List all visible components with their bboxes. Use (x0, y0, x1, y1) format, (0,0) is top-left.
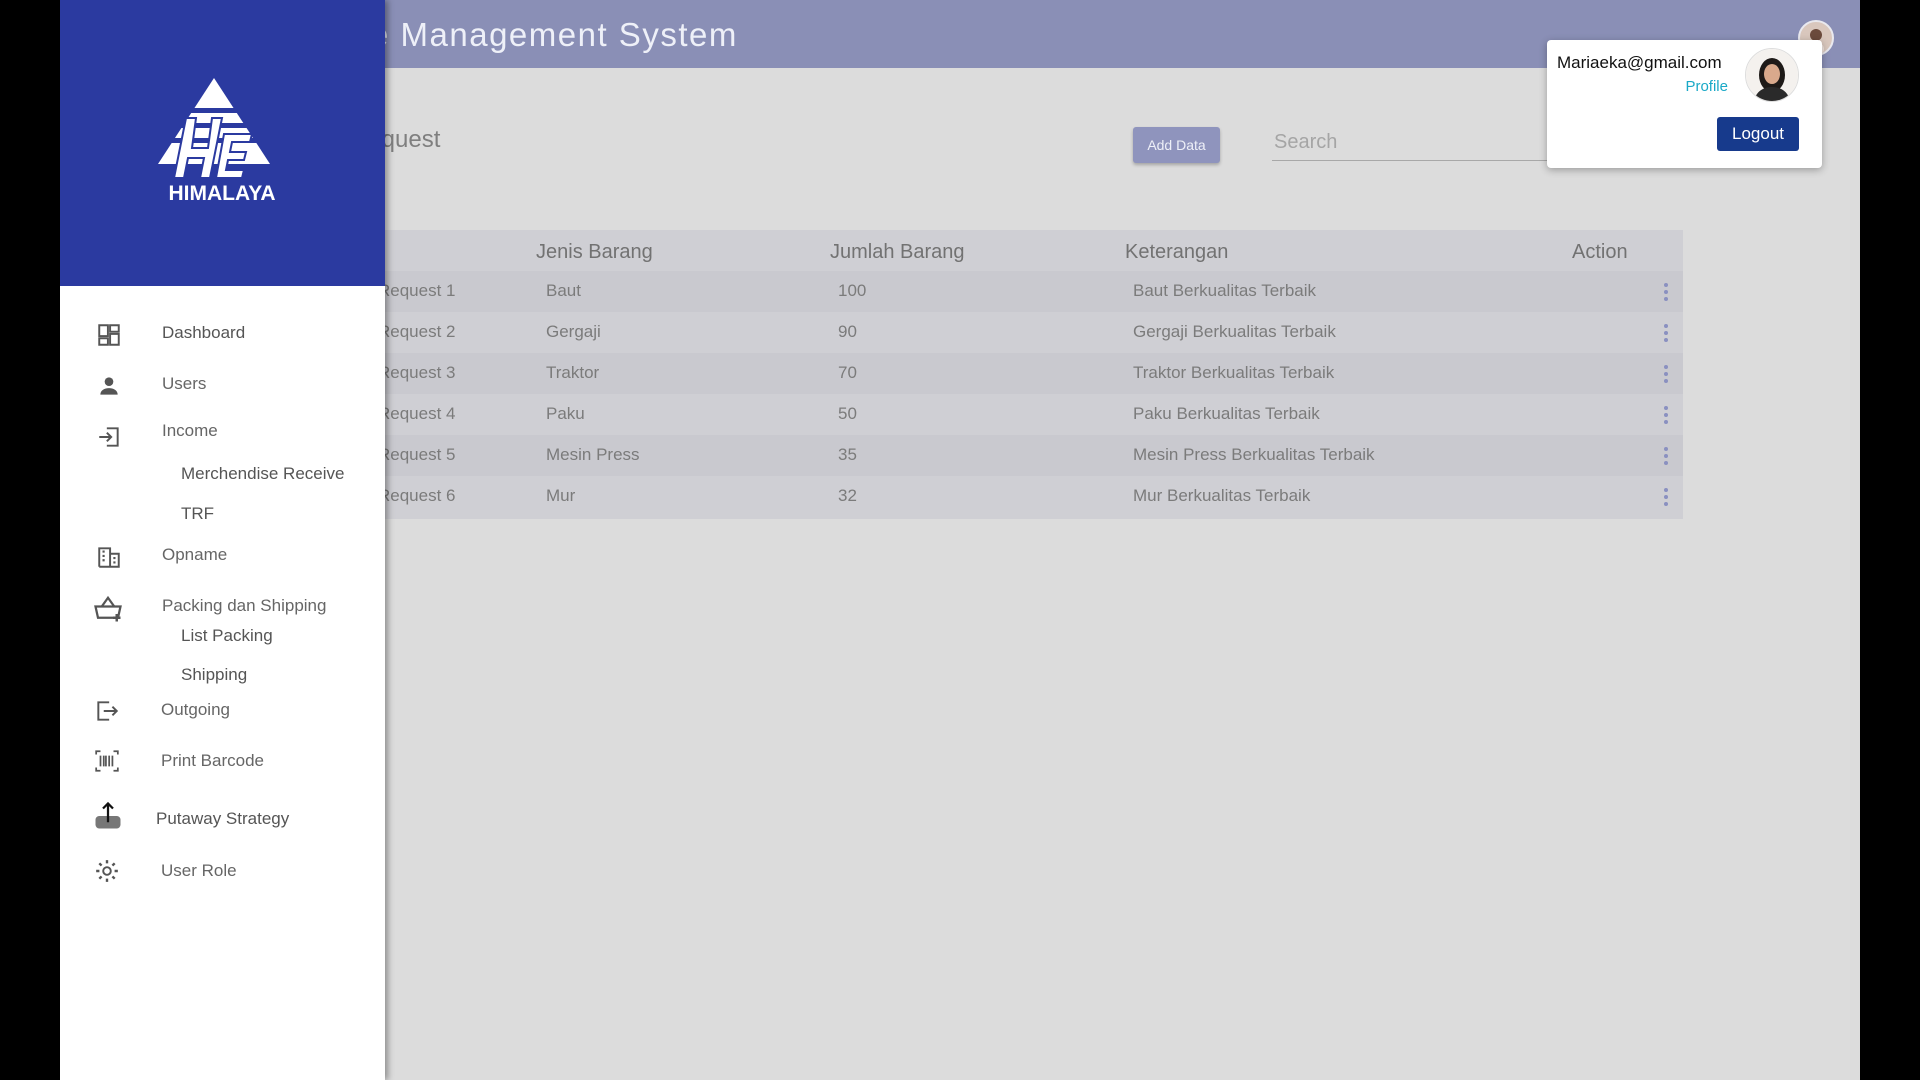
logo-text: HIMALAYA (169, 182, 276, 204)
more-vert-icon[interactable] (1663, 365, 1669, 385)
sidebar-header: HIMALAYA (60, 0, 385, 286)
sidebar-item-packing-dan-shipping[interactable]: Packing dan Shipping (162, 596, 326, 616)
cell-jumlah: 90 (838, 322, 857, 341)
cell-jumlah: 35 (838, 445, 857, 464)
barcode-icon (95, 750, 119, 772)
header-keterangan: Keterangan (1125, 241, 1229, 263)
sidebar-subitem-list-packing[interactable]: List Packing (181, 626, 273, 646)
cell-jenis: Traktor (546, 363, 600, 382)
cell-request: Request 3 (378, 363, 456, 382)
gear-icon (96, 860, 118, 882)
add-data-button[interactable]: Add Data (1133, 127, 1220, 163)
person-icon (100, 377, 118, 395)
avatar (1745, 48, 1799, 102)
more-vert-icon[interactable] (1663, 447, 1669, 467)
cell-keterangan: Traktor Berkualitas Terbaik (1133, 363, 1335, 382)
app-title: e Management System (370, 16, 738, 53)
upload-icon (95, 801, 121, 829)
profile-link[interactable]: Profile (1685, 78, 1728, 95)
cell-jenis: Mesin Press (546, 445, 640, 464)
cell-jenis: Baut (546, 281, 581, 300)
cell-jumlah: 70 (838, 363, 857, 382)
more-vert-icon[interactable] (1663, 406, 1669, 426)
cell-keterangan: Baut Berkualitas Terbaik (1133, 281, 1317, 300)
sidebar-item-print-barcode[interactable]: Print Barcode (161, 751, 264, 771)
cell-jumlah: 100 (838, 281, 867, 300)
sidebar-item-outgoing[interactable]: Outgoing (161, 700, 230, 720)
sidebar-item-putaway-strategy[interactable]: Putaway Strategy (156, 809, 289, 829)
more-vert-icon[interactable] (1663, 324, 1669, 344)
more-vert-icon[interactable] (1663, 283, 1669, 303)
sidebar-subitem-shipping[interactable]: Shipping (181, 665, 247, 685)
header-action: Action (1572, 241, 1628, 263)
cell-keterangan: Paku Berkualitas Terbaik (1133, 404, 1320, 423)
cell-request: Request 5 (378, 445, 456, 464)
search-input[interactable] (1272, 124, 1576, 161)
more-vert-icon[interactable] (1663, 488, 1669, 508)
header-jumlah-barang: Jumlah Barang (830, 241, 965, 263)
header-jenis-barang: Jenis Barang (536, 241, 653, 263)
sidebar-subitem-trf[interactable]: TRF (181, 504, 214, 524)
cell-jenis: Paku (546, 404, 585, 423)
sidebar-item-income[interactable]: Income (162, 421, 218, 441)
sidebar-subitem-merchendise-receive[interactable]: Merchendise Receive (181, 464, 344, 484)
cell-jumlah: 50 (838, 404, 857, 423)
sidebar-drawer: HIMALAYA Dashboard Users Income Merchend… (60, 0, 385, 1080)
cell-keterangan: Gergaji Berkualitas Terbaik (1133, 322, 1336, 341)
cell-keterangan: Mesin Press Berkualitas Terbaik (1133, 445, 1375, 464)
sidebar-item-dashboard[interactable]: Dashboard (162, 323, 245, 343)
sidebar-item-user-role[interactable]: User Role (161, 861, 237, 881)
cell-jenis: Mur (546, 486, 576, 505)
user-email: Mariaeka@gmail.com (1557, 53, 1722, 72)
cell-request: Request 2 (378, 322, 456, 341)
cell-request: Request 4 (378, 404, 456, 423)
cell-request: Request 6 (378, 486, 456, 505)
cell-keterangan: Mur Berkualitas Terbaik (1133, 486, 1311, 505)
sidebar-item-users[interactable]: Users (162, 374, 206, 394)
sidebar-item-opname[interactable]: Opname (162, 545, 227, 565)
basket-plus-icon (94, 595, 122, 622)
building-icon (98, 547, 120, 568)
logout-icon (97, 701, 119, 721)
login-icon (99, 427, 119, 447)
cell-jumlah: 32 (838, 486, 857, 505)
cell-jenis: Gergaji (546, 322, 601, 341)
cell-request: Request 1 (378, 281, 456, 300)
himalaya-logo: HIMALAYA (156, 78, 276, 204)
user-menu-popover: Mariaeka@gmail.com Profile Logout (1547, 40, 1822, 168)
logout-button[interactable]: Logout (1717, 117, 1799, 151)
dashboard-icon (98, 324, 120, 346)
